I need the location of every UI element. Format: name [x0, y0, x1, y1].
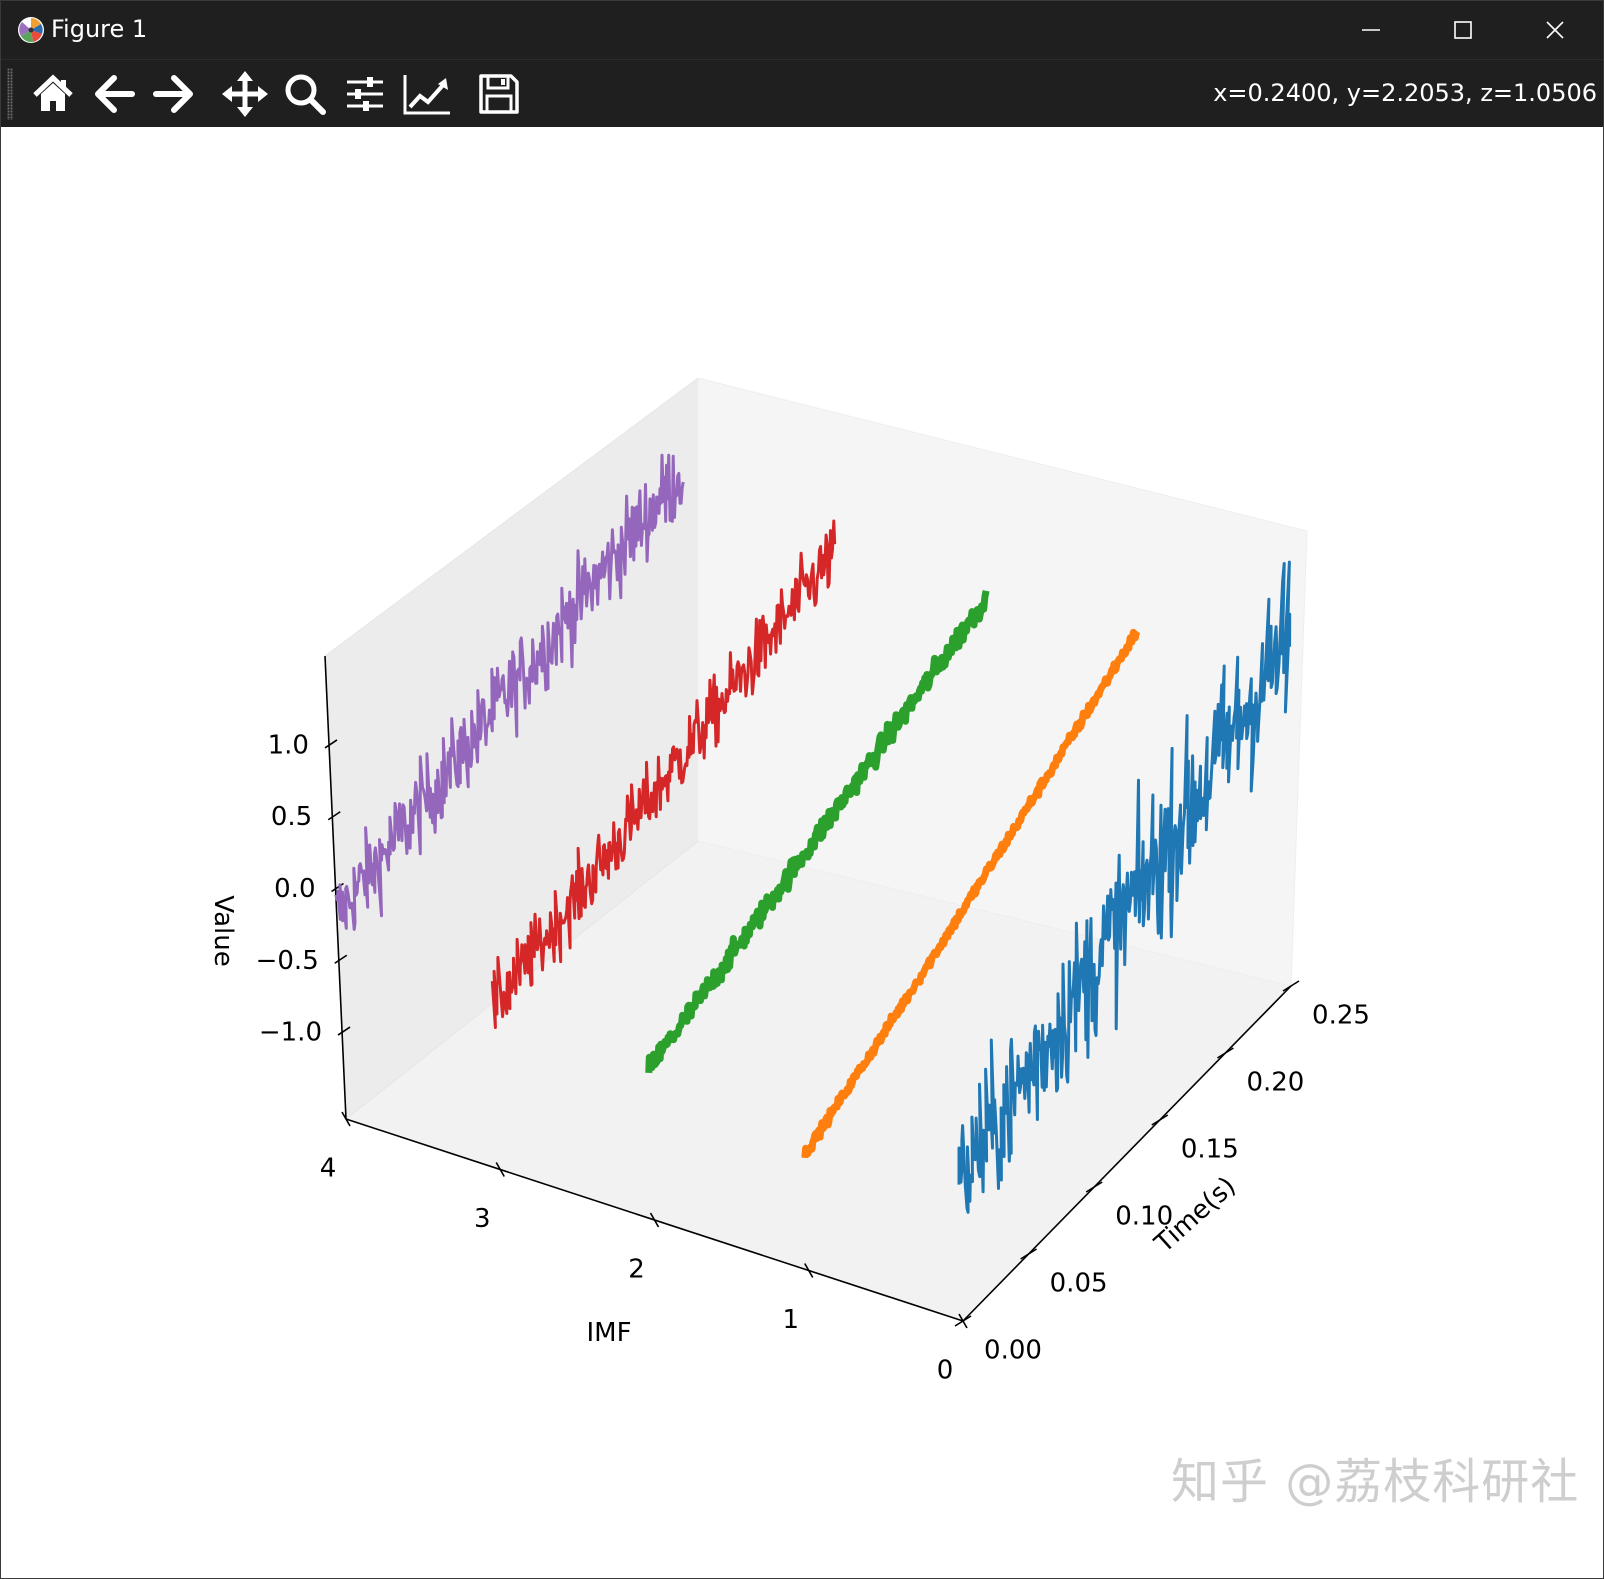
- back-icon: [95, 75, 135, 113]
- home-button[interactable]: [27, 68, 79, 120]
- z-tick-label: −1.0: [259, 1018, 322, 1048]
- forward-button[interactable]: [147, 68, 199, 120]
- edit-axis-button[interactable]: [401, 68, 453, 120]
- save-icon: [479, 74, 519, 114]
- y-tick-label: 3: [474, 1204, 491, 1234]
- close-icon: [1546, 21, 1564, 39]
- 3d-axes[interactable]: 0.000.050.100.150.200.2501234−1.0−0.50.0…: [1, 127, 1603, 1578]
- z-tick-label: −0.5: [256, 946, 319, 976]
- maximize-icon: [1454, 21, 1472, 39]
- minimize-button[interactable]: [1325, 1, 1417, 59]
- z-axis-label: Value: [208, 895, 238, 966]
- edit-axis-icon: [403, 75, 450, 115]
- maximize-button[interactable]: [1417, 1, 1509, 59]
- y-tick-label: 2: [628, 1255, 645, 1285]
- x-tick-label: 0.05: [1050, 1269, 1108, 1299]
- y-tick-label: 1: [782, 1305, 799, 1335]
- cursor-coordinates-readout: x=0.2400, y=2.2053, z=1.0506: [1213, 79, 1597, 107]
- navigation-toolbar: x=0.2400, y=2.2053, z=1.0506: [1, 59, 1603, 128]
- subplots-icon: [347, 77, 383, 111]
- close-button[interactable]: [1509, 1, 1601, 59]
- title-bar: Figure 1: [1, 1, 1603, 59]
- z-tick-label: 1.0: [268, 730, 309, 760]
- figure-window: Figure 1 x=0.2400, y=2.2053, z=1.0506 0.…: [0, 0, 1604, 1579]
- back-button[interactable]: [89, 68, 141, 120]
- toolbar-grip[interactable]: [7, 68, 13, 120]
- y-tick-label: 0: [937, 1356, 954, 1386]
- matplotlib-logo-icon: [18, 17, 44, 43]
- y-tick-label: 4: [320, 1154, 337, 1184]
- z-tick-label: 0.5: [271, 802, 312, 832]
- pan-icon: [222, 71, 268, 117]
- figure-canvas[interactable]: 0.00 0.05 0.10 0.15 0.20 0.25 0 1 2 3 4 −1.0 −0.5 0.0…: [1, 127, 1603, 1578]
- zoom-icon: [285, 74, 326, 115]
- minimize-icon: [1362, 29, 1380, 31]
- y-axis-label: IMF: [586, 1318, 631, 1348]
- zoom-button[interactable]: [279, 68, 331, 120]
- watermark-text: 知乎 @荔枝科研社: [1171, 1454, 1580, 1510]
- x-tick-label: 0.25: [1312, 1001, 1370, 1031]
- home-icon: [33, 74, 73, 111]
- x-tick-label: 0.00: [984, 1336, 1042, 1366]
- configure-subplots-button[interactable]: [339, 68, 391, 120]
- z-tick-label: 0.0: [274, 874, 315, 904]
- x-tick-label: 0.20: [1246, 1068, 1304, 1098]
- x-tick-label: 0.15: [1181, 1135, 1239, 1165]
- window-title: Figure 1: [51, 15, 148, 43]
- forward-icon: [153, 75, 193, 113]
- save-button[interactable]: [473, 68, 525, 120]
- pan-button[interactable]: [219, 68, 271, 120]
